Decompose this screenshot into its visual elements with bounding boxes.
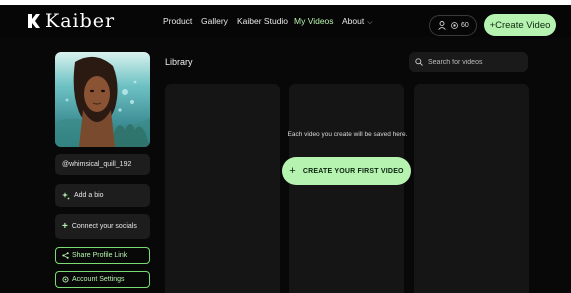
nav-gallery[interactable]: Gallery bbox=[201, 16, 228, 26]
kaiber-logo-icon bbox=[28, 14, 40, 28]
search-bar[interactable] bbox=[409, 52, 528, 72]
create-video-button[interactable]: +Create Video bbox=[484, 14, 556, 36]
video-column-1 bbox=[165, 84, 280, 293]
brand-logo[interactable]: Kaiber bbox=[27, 11, 115, 31]
logo-text: Kaiber bbox=[45, 10, 116, 32]
kaiber-app: Kaiber Product Gallery Kaiber Studio My … bbox=[0, 0, 571, 293]
connect-socials-label: Connect your socials bbox=[71, 223, 137, 230]
search-input[interactable] bbox=[428, 58, 528, 66]
credits-count: 60 bbox=[461, 22, 469, 29]
nav-about-label: About bbox=[342, 16, 365, 26]
video-column-3 bbox=[414, 84, 529, 293]
nav-product[interactable]: Product bbox=[163, 16, 192, 26]
plus-icon: + bbox=[62, 221, 68, 232]
credits-icon bbox=[451, 22, 458, 29]
account-settings-button[interactable]: Account Settings bbox=[55, 271, 150, 288]
create-first-video-button[interactable]: + CREATE YOUR FIRST VIDEO bbox=[282, 157, 411, 185]
avatar-image bbox=[55, 52, 150, 147]
add-bio-label: Add a bio bbox=[74, 192, 104, 199]
nav-my-videos[interactable]: My Videos bbox=[294, 16, 334, 26]
user-icon bbox=[438, 21, 446, 30]
share-profile-link-button[interactable]: Share Profile Link bbox=[55, 247, 150, 264]
user-credits-pill[interactable]: 60 bbox=[429, 15, 477, 36]
empty-library-message: Each video you create will be saved here… bbox=[287, 131, 408, 138]
settings-icon bbox=[62, 276, 69, 283]
username-field[interactable]: @whimsical_quill_192 bbox=[55, 154, 150, 175]
connect-socials-button[interactable]: + Connect your socials bbox=[55, 214, 150, 239]
avatar[interactable] bbox=[55, 52, 150, 147]
account-settings-label: Account Settings bbox=[72, 276, 125, 283]
nav-kaiber-studio[interactable]: Kaiber Studio bbox=[237, 16, 288, 26]
create-first-video-label: CREATE YOUR FIRST VIDEO bbox=[302, 167, 404, 175]
library-title: Library bbox=[165, 57, 193, 67]
share-icon bbox=[62, 252, 69, 259]
nav-about[interactable]: About ⌵ bbox=[342, 16, 373, 28]
plus-icon: + bbox=[289, 165, 296, 177]
credits-display: 60 bbox=[451, 22, 469, 29]
search-icon bbox=[415, 58, 423, 66]
add-bio-button[interactable]: Add a bio bbox=[55, 184, 150, 207]
top-navbar: Kaiber Product Gallery Kaiber Studio My … bbox=[0, 5, 571, 37]
video-column-2 bbox=[289, 84, 404, 293]
share-profile-label: Share Profile Link bbox=[72, 252, 128, 259]
chevron-down-icon: ⌵ bbox=[367, 19, 373, 26]
sparkle-icon bbox=[62, 191, 70, 199]
